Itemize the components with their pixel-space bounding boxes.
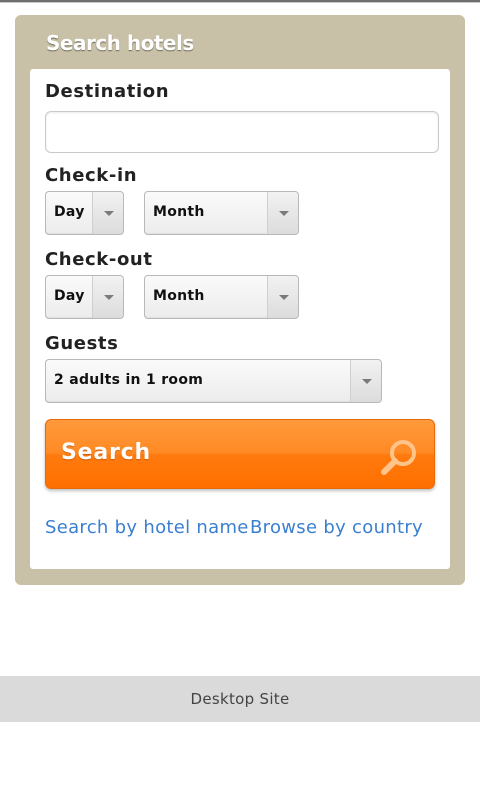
guests-value: 2 adults in 1 room	[54, 372, 204, 388]
chevron-down-icon	[267, 192, 298, 234]
chevron-down-icon	[350, 360, 381, 402]
checkout-day-value: Day	[54, 288, 85, 304]
destination-input[interactable]	[45, 111, 439, 153]
checkin-month-select[interactable]: Month	[144, 191, 299, 235]
checkin-day-value: Day	[54, 204, 85, 220]
chevron-down-icon	[92, 192, 123, 234]
checkout-day-select[interactable]: Day	[45, 275, 124, 319]
chevron-down-icon	[267, 276, 298, 318]
chevron-down-icon	[92, 276, 123, 318]
search-icon	[381, 440, 416, 475]
checkin-day-select[interactable]: Day	[45, 191, 124, 235]
desktop-site-link[interactable]: Desktop Site	[0, 690, 480, 708]
status-divider-shadow	[0, 2, 480, 3]
guests-select[interactable]: 2 adults in 1 room	[45, 359, 382, 403]
browse-by-country-link[interactable]: Browse by country	[250, 517, 423, 538]
search-by-hotel-name-link[interactable]: Search by hotel name	[45, 517, 249, 538]
checkin-month-value: Month	[153, 204, 205, 220]
search-form: Destination Check-in Day Month Check-out…	[30, 69, 450, 569]
footer-bar: Desktop Site	[0, 676, 480, 722]
panel-title: Search hotels	[46, 31, 194, 55]
search-button-label: Search	[61, 440, 151, 465]
search-button[interactable]: Search	[45, 419, 435, 489]
guests-label: Guests	[45, 333, 119, 354]
checkout-month-select[interactable]: Month	[144, 275, 299, 319]
destination-label: Destination	[45, 81, 170, 102]
checkout-label: Check-out	[45, 249, 153, 270]
search-hotels-panel: Search hotels Destination Check-in Day M…	[15, 15, 465, 585]
checkin-label: Check-in	[45, 165, 138, 186]
checkout-month-value: Month	[153, 288, 205, 304]
